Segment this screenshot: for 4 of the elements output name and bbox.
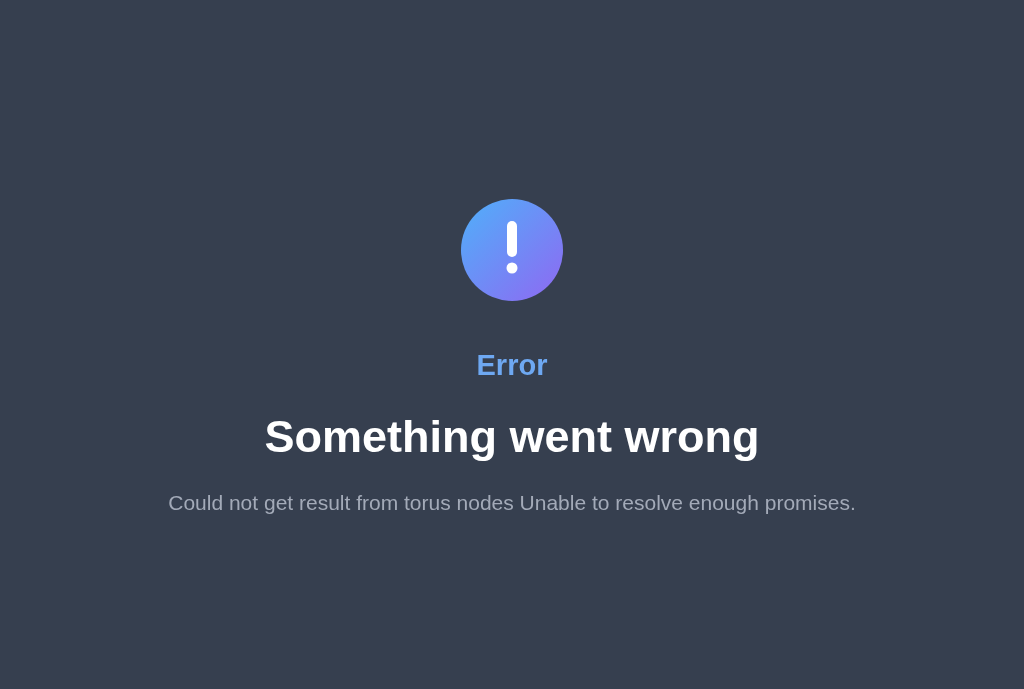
error-title: Something went wrong: [264, 411, 760, 463]
warning-icon: [461, 199, 563, 301]
error-label: Error: [476, 348, 548, 383]
error-message: Could not get result from torus nodes Unable to resolve enough promises.: [168, 490, 856, 516]
